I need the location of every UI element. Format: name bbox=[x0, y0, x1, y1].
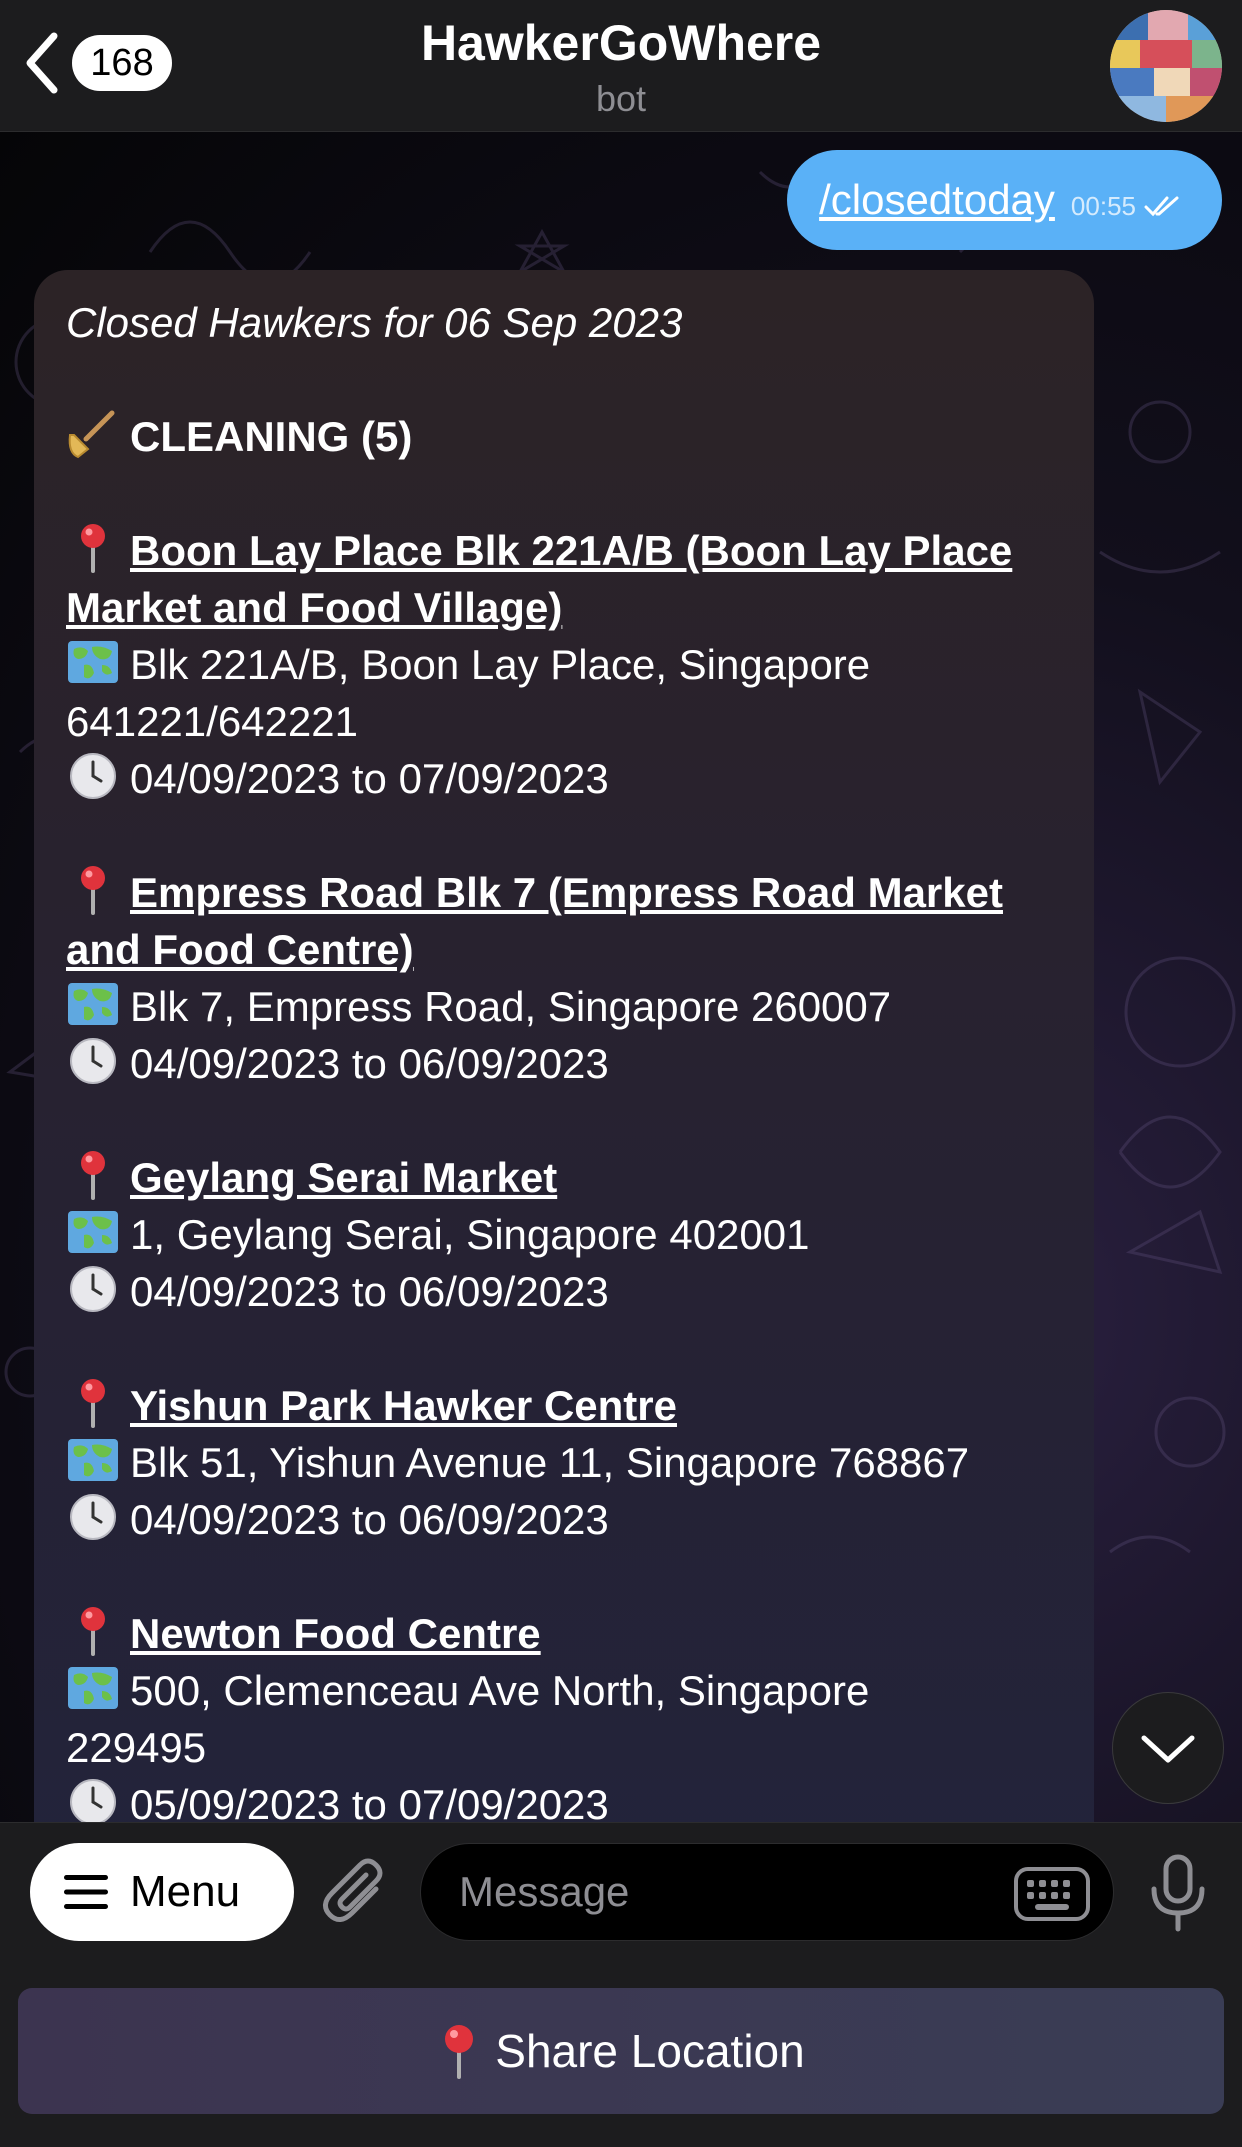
share-location-label: Share Location bbox=[495, 2025, 805, 2077]
world-map-icon bbox=[68, 641, 118, 683]
outgoing-message[interactable]: /closedtoday 00:55 bbox=[787, 150, 1222, 250]
keyboard-icon[interactable] bbox=[1013, 1866, 1091, 1922]
closure-dates: 05/09/2023 to 07/09/2023 bbox=[130, 1781, 609, 1822]
chat-area[interactable]: /closedtoday 00:55 Closed Hawkers for 06… bbox=[0, 132, 1242, 1822]
round-pushpin-icon bbox=[81, 1607, 105, 1656]
hawker-address: Blk 7, Empress Road, Singapore 260007 bbox=[130, 983, 892, 1030]
round-pushpin-icon bbox=[81, 1379, 105, 1428]
round-pushpin-icon bbox=[81, 524, 105, 573]
closure-dates: 04/09/2023 to 07/09/2023 bbox=[130, 755, 609, 802]
closure-dates: 04/09/2023 to 06/09/2023 bbox=[130, 1040, 609, 1087]
hawker-name-link[interactable]: Newton Food Centre bbox=[130, 1610, 541, 1657]
hawker-address: 229495 bbox=[66, 1724, 207, 1771]
chat-title-block[interactable]: HawkerGoWhere bot bbox=[0, 14, 1242, 120]
reply-keyboard: Share Location bbox=[0, 1958, 1242, 2147]
broom-icon bbox=[68, 410, 115, 459]
hawker-address: Blk 221A/B, Boon Lay Place, Singapore bbox=[130, 641, 871, 688]
world-map-icon bbox=[68, 1211, 118, 1253]
hawker-name-link[interactable]: Market and Food Village) bbox=[66, 584, 562, 631]
world-map-icon bbox=[68, 1667, 118, 1709]
hawker-name-link[interactable]: Boon Lay Place Blk 221A/B (Boon Lay Plac… bbox=[130, 527, 1012, 574]
hawker-address: 500, Clemenceau Ave North, Singapore bbox=[130, 1667, 870, 1714]
read-checkmarks-icon bbox=[1144, 196, 1179, 217]
section-heading: CLEANING (5) bbox=[66, 408, 1062, 465]
hamburger-icon bbox=[64, 1875, 108, 1909]
hawker-address: Blk 51, Yishun Avenue 11, Singapore 7688… bbox=[130, 1439, 970, 1486]
hawker-entry: Yishun Park Hawker Centre Blk 51, Yishun … bbox=[66, 1377, 1062, 1548]
hawker-entry: Newton Food Centre 500, Clemenceau Ave No… bbox=[66, 1605, 1062, 1822]
section-heading-text: CLEANING (5) bbox=[130, 413, 413, 460]
closure-dates: 04/09/2023 to 06/09/2023 bbox=[130, 1496, 609, 1543]
round-pushpin-icon bbox=[81, 1151, 105, 1200]
message-field[interactable] bbox=[420, 1843, 1114, 1941]
hawker-name-link[interactable]: Empress Road Blk 7 (Empress Road Market bbox=[130, 869, 1003, 916]
hawker-entry: Geylang Serai Market 1, Geylang Serai, Si… bbox=[66, 1149, 1062, 1320]
round-pushpin-icon bbox=[445, 2025, 474, 2079]
world-map-icon bbox=[68, 1439, 118, 1481]
message-time: 00:55 bbox=[1070, 190, 1136, 221]
clock-icon bbox=[70, 753, 116, 799]
incoming-message[interactable]: Closed Hawkers for 06 Sep 2023 CLEANING … bbox=[34, 270, 1094, 1822]
message-input[interactable] bbox=[459, 1844, 999, 1940]
paperclip-icon[interactable] bbox=[322, 1855, 392, 1929]
hawker-entry: Empress Road Blk 7 (Empress Road Market a… bbox=[66, 864, 1062, 1092]
clock-icon bbox=[70, 1038, 116, 1084]
clock-icon bbox=[70, 1779, 116, 1822]
menu-button-label: Menu bbox=[130, 1867, 241, 1916]
hawker-name-link[interactable]: Yishun Park Hawker Centre bbox=[130, 1382, 677, 1429]
hawker-address: 1, Geylang Serai, Singapore 402001 bbox=[130, 1211, 810, 1258]
clock-icon bbox=[70, 1494, 116, 1540]
menu-button[interactable]: Menu bbox=[30, 1843, 294, 1941]
bot-avatar[interactable] bbox=[1110, 10, 1222, 122]
chat-subtitle: bot bbox=[595, 78, 647, 119]
hawker-name-link[interactable]: Geylang Serai Market bbox=[130, 1154, 557, 1201]
microphone-icon[interactable] bbox=[1148, 1853, 1208, 1933]
hawker-list: Boon Lay Place Blk 221A/B (Boon Lay Plac… bbox=[66, 465, 1062, 1822]
round-pushpin-icon bbox=[81, 866, 105, 915]
hawker-address: 641221/642221 bbox=[66, 698, 358, 745]
share-location-button[interactable]: Share Location bbox=[18, 1988, 1224, 2114]
message-input-bar: Menu bbox=[0, 1822, 1242, 1958]
chat-title: HawkerGoWhere bbox=[420, 15, 822, 71]
bot-command-link[interactable]: /closedtoday bbox=[819, 176, 1055, 224]
chat-header: 168 HawkerGoWhere bot bbox=[0, 0, 1242, 132]
hawker-entry: Boon Lay Place Blk 221A/B (Boon Lay Plac… bbox=[66, 522, 1062, 807]
clock-icon bbox=[70, 1266, 116, 1312]
message-title: Closed Hawkers for 06 Sep 2023 bbox=[66, 299, 683, 346]
hawker-name-link[interactable]: and Food Centre) bbox=[66, 926, 414, 973]
world-map-icon bbox=[68, 983, 118, 1025]
chevron-down-icon bbox=[1141, 1735, 1195, 1763]
closure-dates: 04/09/2023 to 06/09/2023 bbox=[130, 1268, 609, 1315]
scroll-down-button[interactable] bbox=[1112, 1692, 1224, 1804]
